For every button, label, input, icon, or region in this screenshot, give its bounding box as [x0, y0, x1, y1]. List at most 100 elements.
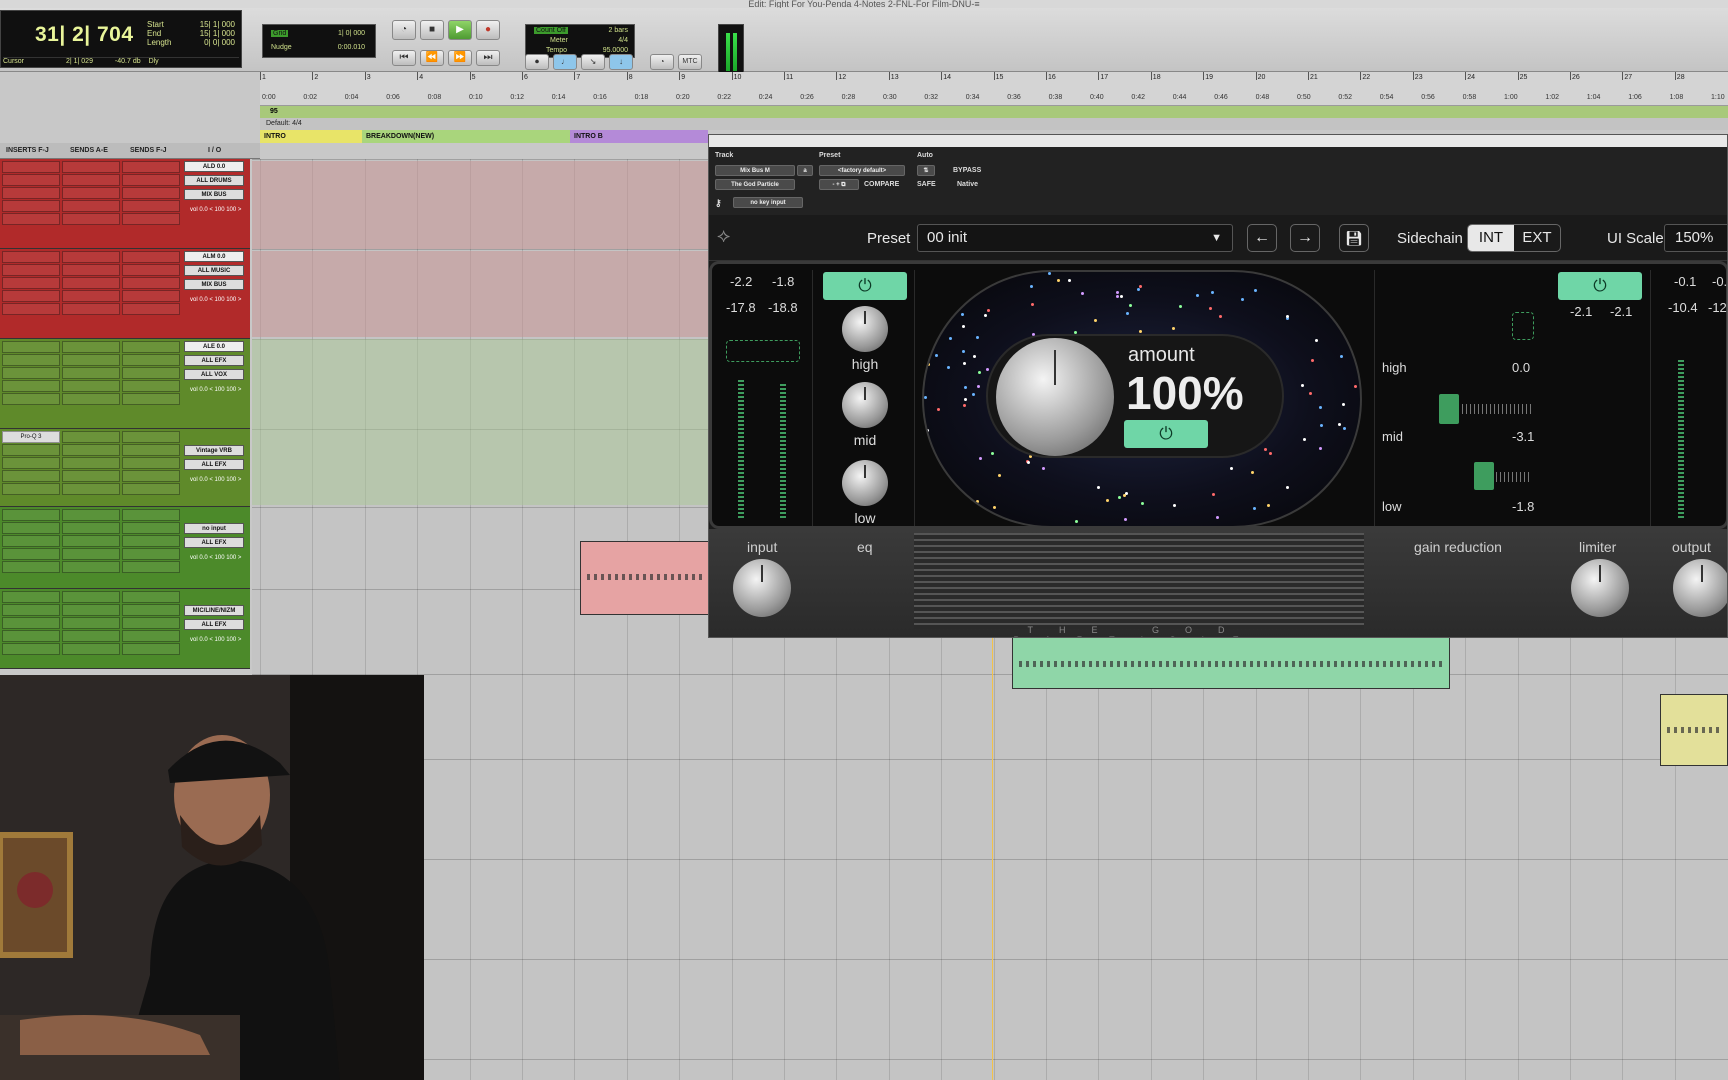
rewind-button[interactable]: ⏪ [420, 50, 444, 66]
count-off-label[interactable]: Count Off [534, 27, 568, 34]
track-name[interactable]: ALE 0.0 [184, 341, 244, 352]
slot[interactable] [62, 303, 120, 315]
input-knob[interactable] [733, 559, 791, 617]
midi-merge-button[interactable]: ↓ [609, 54, 633, 70]
slot[interactable] [122, 251, 180, 263]
slot[interactable] [62, 264, 120, 276]
slot[interactable] [62, 341, 120, 353]
length-value[interactable]: 0| 0| 000 [200, 38, 235, 47]
slot[interactable] [2, 341, 60, 353]
nudge-value[interactable]: 0:00.010 [338, 44, 365, 51]
ui-scale-dropdown[interactable]: 150% [1664, 224, 1727, 252]
slot[interactable] [2, 630, 60, 642]
save-preset-icon[interactable]: 💾︎ [1339, 224, 1369, 252]
slot[interactable] [2, 174, 60, 186]
slot[interactable] [62, 277, 120, 289]
wait-for-note-button[interactable]: ⏺ [525, 54, 549, 70]
count-off-value[interactable]: 2 bars [609, 27, 628, 34]
amount-power-button[interactable]: ⏻ [1124, 420, 1208, 448]
slot[interactable] [2, 367, 60, 379]
safe-button[interactable]: SAFE [917, 181, 936, 188]
tempo-marker[interactable]: 95 [270, 106, 278, 118]
slot[interactable] [122, 444, 180, 456]
slot[interactable] [62, 431, 120, 443]
slot[interactable] [62, 161, 120, 173]
slot[interactable] [2, 251, 60, 263]
audio-clip-red[interactable] [580, 541, 710, 615]
slot[interactable] [122, 264, 180, 276]
slot[interactable] [122, 431, 180, 443]
count-off-meter-tempo[interactable]: Count Off 2 bars Meter 4/4 Tempo 95.0000 [525, 24, 635, 58]
metronome-button[interactable]: ♩ [553, 54, 577, 70]
grid-label[interactable]: Grid [271, 30, 289, 37]
output-knob[interactable] [1673, 559, 1727, 617]
slot[interactable] [122, 457, 180, 469]
grid-value[interactable]: 1| 0| 000 [338, 30, 365, 37]
slot[interactable] [122, 187, 180, 199]
track-input-selector[interactable]: Vintage VRB [184, 445, 244, 456]
slot[interactable] [2, 522, 60, 534]
slot[interactable] [62, 213, 120, 225]
go-to-end-button[interactable]: ⏭ [476, 50, 500, 66]
main-counter[interactable]: 31| 2| 704 Start End Length 15| 1| 000 1… [0, 10, 242, 68]
slot[interactable] [2, 457, 60, 469]
native-button[interactable]: Native [957, 181, 978, 188]
factory-preset-selector[interactable]: <factory default> [819, 165, 905, 176]
slot[interactable] [2, 548, 60, 560]
slot[interactable] [2, 643, 60, 655]
slot[interactable] [2, 200, 60, 212]
slot[interactable] [62, 470, 120, 482]
slot[interactable] [122, 643, 180, 655]
slot[interactable] [122, 522, 180, 534]
marker-intro-b[interactable]: INTRO B [570, 130, 708, 143]
slot[interactable] [122, 380, 180, 392]
slot[interactable] [122, 470, 180, 482]
online-button[interactable]: ◔ [392, 20, 416, 40]
slot[interactable] [62, 290, 120, 302]
slot[interactable] [2, 561, 60, 573]
track-name[interactable]: ALM 0.0 [184, 251, 244, 262]
slot[interactable] [122, 213, 180, 225]
eq-power-button[interactable]: ⏻ [823, 272, 907, 300]
slot[interactable] [62, 509, 120, 521]
slot[interactable] [62, 604, 120, 616]
slot[interactable] [2, 591, 60, 603]
eq-low-knob[interactable] [842, 460, 888, 506]
slot[interactable] [62, 548, 120, 560]
audio-clip-green[interactable] [1012, 637, 1450, 689]
slot[interactable] [2, 483, 60, 495]
slot[interactable] [2, 393, 60, 405]
limiter-knob[interactable] [1571, 559, 1629, 617]
compare-button[interactable]: COMPARE [864, 181, 899, 188]
slot[interactable] [62, 617, 120, 629]
slot[interactable] [62, 444, 120, 456]
track-output-selector[interactable]: ALL EFX [184, 537, 244, 548]
sync-button[interactable]: ◔ [650, 54, 674, 70]
slot[interactable] [122, 604, 180, 616]
record-button[interactable]: ● [476, 20, 500, 40]
grid-nudge-box[interactable]: Grid 1| 0| 000 Nudge 0:00.010 [262, 24, 376, 58]
slot[interactable] [122, 341, 180, 353]
track-output-selector[interactable]: MIX BUS [184, 189, 244, 200]
track-volume-pan[interactable]: vol 0.0 < 100 100 > [184, 385, 244, 407]
track-volume-pan[interactable]: vol 0.0 < 100 100 > [184, 635, 244, 657]
track-volume-pan[interactable]: vol 0.0 < 100 100 > [184, 205, 244, 227]
slot[interactable] [2, 264, 60, 276]
plugin-title-bar[interactable] [709, 135, 1727, 147]
slot[interactable] [2, 509, 60, 521]
nudge-label[interactable]: Nudge [271, 44, 292, 51]
eq-mid-knob[interactable] [842, 382, 888, 428]
next-preset-button[interactable]: → [1290, 224, 1320, 252]
track-volume-pan[interactable]: vol 0.0 < 100 100 > [184, 295, 244, 317]
track-volume-pan[interactable]: vol 0.0 < 100 100 > [184, 475, 244, 497]
track-input-selector[interactable]: ALL MUSIC [184, 265, 244, 276]
track-volume-pan[interactable]: vol 0.0 < 100 100 > [184, 553, 244, 575]
sidechain-toggle[interactable]: INT EXT [1467, 224, 1561, 252]
play-button[interactable]: ▶ [448, 20, 472, 40]
slot[interactable] [62, 200, 120, 212]
slot[interactable] [62, 643, 120, 655]
slot[interactable] [62, 251, 120, 263]
slot[interactable] [122, 200, 180, 212]
slot[interactable] [62, 187, 120, 199]
slot[interactable] [122, 354, 180, 366]
